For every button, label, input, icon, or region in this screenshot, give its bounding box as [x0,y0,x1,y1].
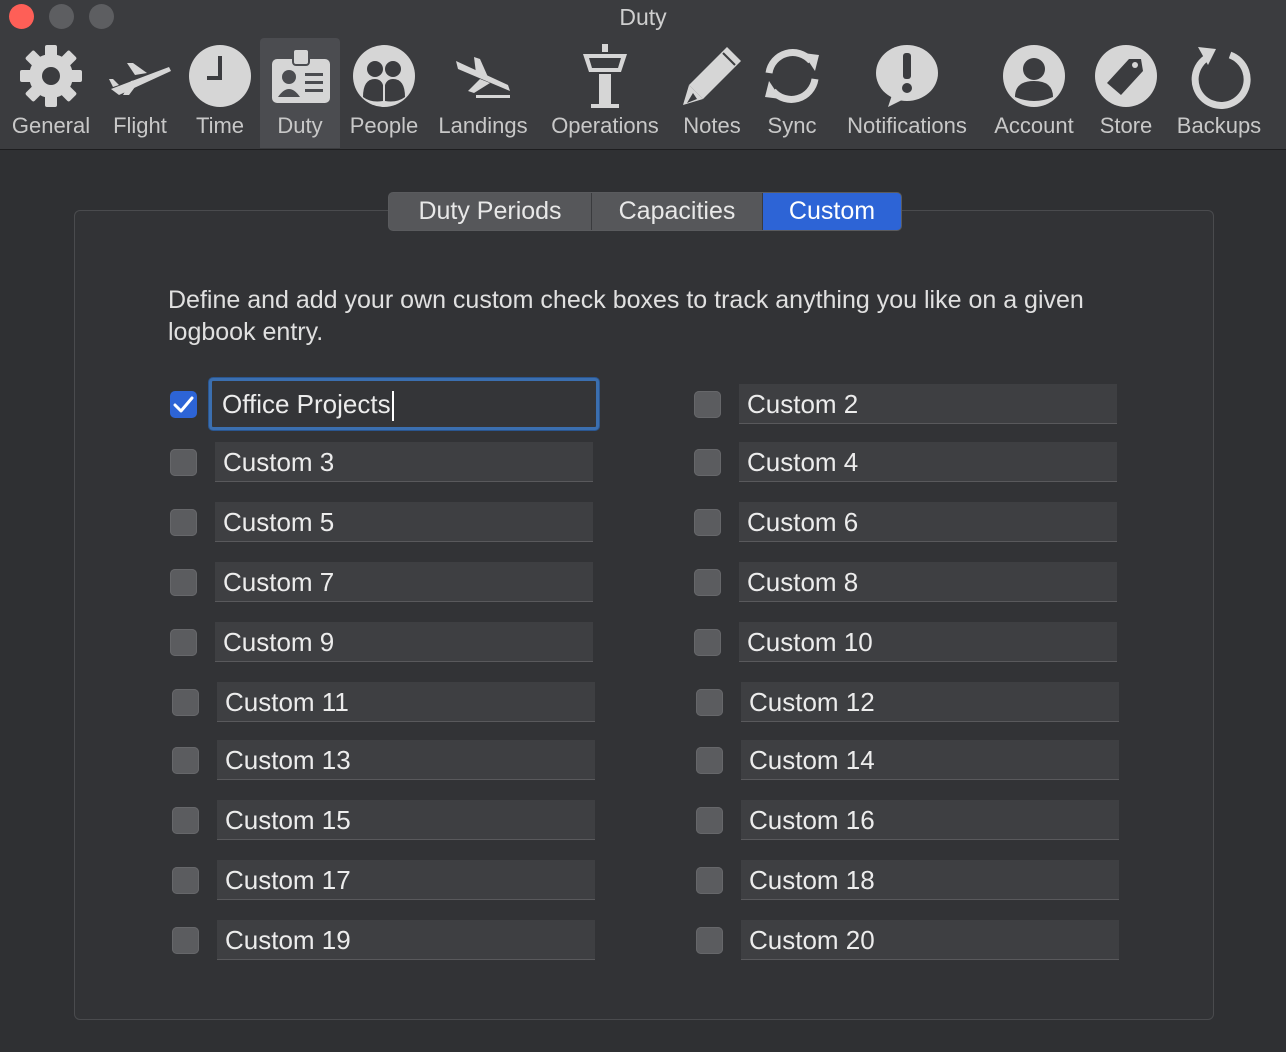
toolbar-duty[interactable]: Duty [260,38,340,148]
custom-name-field[interactable]: Custom 13 [217,740,595,780]
custom-name-field[interactable]: Custom 16 [741,800,1119,840]
tab-custom[interactable]: Custom [763,193,901,230]
custom-name-field[interactable]: Custom 2 [739,384,1117,424]
custom-checkbox[interactable] [172,867,199,894]
custom-checkbox[interactable] [172,927,199,954]
exclamation-bubble-icon [873,41,941,111]
toolbar-account[interactable]: Account [988,38,1080,148]
checkmark-icon [173,396,194,413]
people-icon [350,41,418,111]
toolbar-label: People [349,113,419,138]
custom-name-field[interactable]: Custom 7 [215,562,593,602]
custom-checkbox[interactable] [694,391,721,418]
toolbar-label: Backups [1176,113,1262,138]
gear-icon [17,41,85,111]
toolbar-people[interactable]: People [344,38,424,148]
custom-checkbox[interactable] [696,807,723,834]
toolbar-label: Duty [277,113,323,138]
tab-duty-periods[interactable]: Duty Periods [389,193,592,230]
tab-bar: Duty Periods Capacities Custom [388,192,902,231]
custom-name-field[interactable]: Custom 20 [741,920,1119,960]
custom-name-field[interactable]: Custom 12 [741,682,1119,722]
toolbar-label: Store [1099,113,1153,138]
custom-checkbox[interactable] [172,747,199,774]
custom-name-field[interactable]: Custom 19 [217,920,595,960]
intro-text: Define and add your own custom check box… [168,286,1084,346]
custom-name-field[interactable]: Custom 10 [739,622,1117,662]
custom-name-field[interactable]: Custom 9 [215,622,593,662]
pencil-icon [678,41,746,111]
custom-name-field[interactable]: Custom 3 [215,442,593,482]
custom-checkbox[interactable] [696,689,723,716]
airplane-icon [106,41,174,111]
toolbar-label: Notes [683,113,741,138]
custom-name-field[interactable]: Custom 18 [741,860,1119,900]
toolbar-label: Time [195,113,245,138]
custom-name-field[interactable]: Custom 14 [741,740,1119,780]
custom-name-field[interactable]: Custom 5 [215,502,593,542]
custom-name-field[interactable]: Custom 6 [739,502,1117,542]
backup-icon [1185,41,1253,111]
toolbar-backups[interactable]: Backups [1170,38,1268,148]
custom-checkbox[interactable] [694,569,721,596]
toolbar-landings[interactable]: Landings [432,38,534,148]
custom-checkbox[interactable] [696,747,723,774]
toolbar-flight[interactable]: Flight [100,38,180,148]
toolbar-label: Sync [767,113,817,138]
toolbar-store[interactable]: Store [1092,38,1160,148]
custom-checkbox[interactable] [694,629,721,656]
custom-checkbox[interactable] [172,807,199,834]
control-tower-icon [571,41,639,111]
toolbar-label: Landings [438,113,528,138]
toolbar-label: Notifications [847,113,967,138]
custom-name-field[interactable]: Custom 8 [739,562,1117,602]
tab-capacities[interactable]: Capacities [592,193,763,230]
text-caret [391,391,394,422]
custom-checkbox[interactable] [694,509,721,536]
custom-checkbox[interactable] [170,391,197,418]
custom-checkbox[interactable] [696,927,723,954]
toolbar-label: Flight [113,113,167,138]
toolbar-time[interactable]: Time [184,38,256,148]
custom-name-field[interactable]: Custom 11 [217,682,595,722]
custom-name-field[interactable]: Custom 15 [217,800,595,840]
person-icon [1000,41,1068,111]
custom-checkbox[interactable] [172,689,199,716]
custom-checkbox[interactable] [170,509,197,536]
toolbar-operations[interactable]: Operations [544,38,666,148]
toolbar-sync[interactable]: Sync [756,38,828,148]
toolbar-label: General [11,113,91,138]
toolbar-notes[interactable]: Notes [674,38,750,148]
toolbar-notifications[interactable]: Notifications [838,38,976,148]
toolbar-general[interactable]: General [8,38,94,148]
toolbar-label: Operations [551,113,659,138]
custom-checkbox[interactable] [170,449,197,476]
title-bar: Duty General Flight Time Duty People Lan… [0,0,1286,150]
custom-checkbox[interactable] [696,867,723,894]
sync-icon [758,41,826,111]
custom-checkbox[interactable] [694,449,721,476]
custom-checkbox[interactable] [170,569,197,596]
toolbar-label: Account [994,113,1074,138]
tag-icon [1092,41,1160,111]
clock-icon [186,41,254,111]
custom-name-field[interactable]: Office Projects [209,378,599,430]
window-title: Duty [619,4,667,30]
id-badge-icon [266,41,334,111]
custom-name-field[interactable]: Custom 17 [217,860,595,900]
custom-name-field[interactable]: Custom 4 [739,442,1117,482]
custom-checkbox[interactable] [170,629,197,656]
landing-plane-icon [449,41,517,111]
